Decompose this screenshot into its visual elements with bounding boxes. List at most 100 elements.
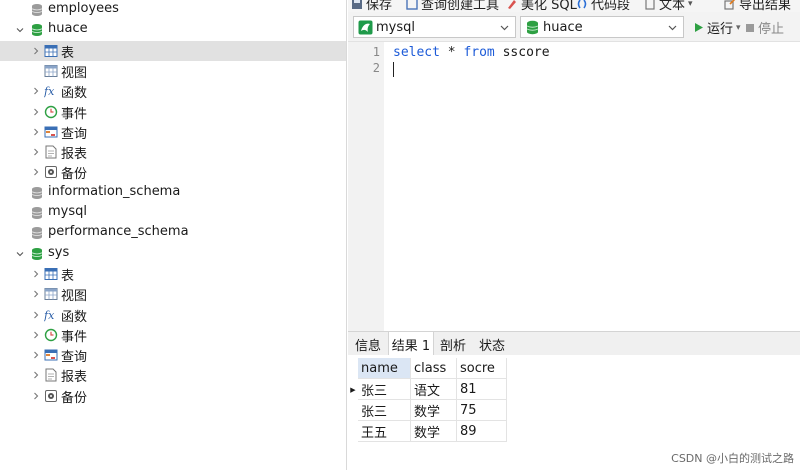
cell-value: 数学 (414, 404, 441, 420)
database-gray-icon (30, 3, 44, 17)
tree-item[interactable]: 表 (0, 40, 346, 61)
tree-item[interactable]: 查询 (0, 345, 346, 365)
chevron-down-icon (668, 25, 677, 31)
tree-item[interactable]: huace (0, 20, 346, 40)
sql-editor[interactable]: 1 2 select * from sscore (348, 42, 800, 331)
chevron-right-icon[interactable] (31, 391, 41, 401)
tree-item-label: 备份 (61, 167, 88, 183)
chevron-right-icon[interactable] (31, 127, 41, 137)
tree-item[interactable]: fx 函数 (0, 305, 346, 325)
chevron-right-icon[interactable] (31, 289, 41, 299)
column-header-name[interactable]: name (358, 358, 411, 379)
tree-item[interactable]: fx 函数 (0, 81, 346, 101)
tree-item[interactable]: 备份 (0, 162, 346, 182)
tree-item-label: 函数 (61, 86, 88, 102)
text-mode-button[interactable]: 文本 ▾ (644, 0, 693, 12)
query-builder-button[interactable]: 查询创建工具 (406, 0, 499, 12)
text-label: 文本 (659, 0, 686, 12)
beautify-sql-button[interactable]: 美化 SQL (506, 0, 577, 12)
table-cell[interactable]: 81 (457, 379, 507, 400)
run-label: 运行 (707, 22, 734, 37)
export-icon (724, 0, 735, 10)
tree-item-label: 事件 (61, 329, 88, 345)
function-icon: fx (44, 308, 58, 322)
tab-info[interactable]: 信息 (348, 332, 388, 356)
export-result-button[interactable]: 导出结果 (724, 0, 791, 12)
database-green-icon (526, 20, 539, 34)
tree-item[interactable]: 报表 (0, 365, 346, 385)
database-select[interactable]: huace (520, 16, 684, 38)
chevron-right-icon[interactable] (31, 310, 41, 320)
tab-status[interactable]: 状态 (472, 332, 512, 356)
chevron-down-icon[interactable] (15, 25, 25, 35)
text-icon (645, 0, 655, 10)
tab-profile[interactable]: 剖析 (434, 332, 472, 356)
column-header-class[interactable]: class (411, 358, 457, 379)
chevron-down-icon[interactable] (15, 249, 25, 259)
tree-item[interactable]: 事件 (0, 102, 346, 122)
save-button[interactable]: 保存 (351, 0, 392, 12)
tree-item-label: 查询 (61, 350, 88, 366)
tree-item[interactable]: 备份 (0, 386, 346, 406)
tree-item[interactable]: employees (0, 0, 346, 20)
tree-item[interactable]: 查询 (0, 122, 346, 142)
sql-text: sscore (494, 45, 550, 60)
tree-item[interactable]: 报表 (0, 142, 346, 162)
svg-text:fx: fx (44, 85, 55, 98)
table-cell[interactable]: 数学 (411, 421, 457, 442)
tree-item[interactable]: 视图 (0, 61, 346, 81)
chevron-down-icon (500, 25, 509, 31)
cell-value: 语文 (414, 383, 441, 399)
tab-label: 结果 1 (391, 338, 431, 354)
save-icon (352, 0, 362, 9)
tree-item[interactable]: 视图 (0, 284, 346, 304)
sql-keyword: from (463, 45, 495, 60)
table-cell[interactable]: 语文 (411, 379, 457, 400)
table-cell[interactable]: 张三 (358, 400, 411, 421)
table-icon (44, 44, 58, 58)
event-clock-icon (44, 328, 58, 342)
table-cell[interactable]: 王五 (358, 421, 411, 442)
table-cell[interactable]: 数学 (411, 400, 457, 421)
table-cell[interactable]: 张三 (358, 379, 411, 400)
code-snippet-button[interactable]: 代码段 (576, 0, 630, 12)
table-cell[interactable]: 75 (457, 400, 507, 421)
table-icon (44, 267, 58, 281)
line-number: 1 (372, 45, 380, 59)
beautify-sql-label: 美化 SQL (521, 0, 577, 12)
current-row-marker-icon: ▶ (350, 385, 356, 394)
chevron-right-icon[interactable] (31, 46, 41, 56)
tree-item-label: 视图 (61, 65, 88, 81)
cell-value: 王五 (361, 425, 388, 441)
tree-item-label: 报表 (61, 370, 88, 386)
connection-select[interactable]: mysql (353, 16, 516, 38)
tree-item-label: huace (48, 21, 88, 37)
table-cell[interactable]: 89 (457, 421, 507, 442)
tree-item[interactable]: mysql (0, 203, 346, 223)
chevron-right-icon[interactable] (31, 269, 41, 279)
tree-item-label: sys (48, 244, 70, 260)
chevron-right-icon[interactable] (31, 167, 41, 177)
tab-result-1[interactable]: 结果 1 (388, 332, 434, 356)
stop-button[interactable]: 停止 (745, 18, 784, 37)
chevron-right-icon[interactable] (31, 350, 41, 360)
event-clock-icon (44, 105, 58, 119)
run-button[interactable]: 运行 ▾ (693, 18, 741, 37)
chevron-right-icon[interactable] (31, 330, 41, 340)
chevron-right-icon[interactable] (31, 370, 41, 380)
sql-code-line[interactable]: select * from sscore (393, 45, 550, 60)
tree-item[interactable]: 事件 (0, 325, 346, 345)
tree-item-label: information_schema (48, 183, 181, 199)
tree-item[interactable]: performance_schema (0, 223, 346, 243)
tree-item[interactable]: sys (0, 244, 346, 264)
column-header-socre[interactable]: socre (457, 358, 507, 379)
tree-item-label: 表 (61, 268, 75, 284)
tree-item-label: mysql (48, 204, 87, 219)
text-caret (393, 62, 394, 77)
chevron-right-icon[interactable] (31, 147, 41, 157)
view-icon (44, 64, 58, 78)
tree-item[interactable]: 表 (0, 264, 346, 284)
chevron-right-icon[interactable] (31, 107, 41, 117)
tree-item[interactable]: information_schema (0, 183, 346, 203)
chevron-right-icon[interactable] (31, 86, 41, 96)
